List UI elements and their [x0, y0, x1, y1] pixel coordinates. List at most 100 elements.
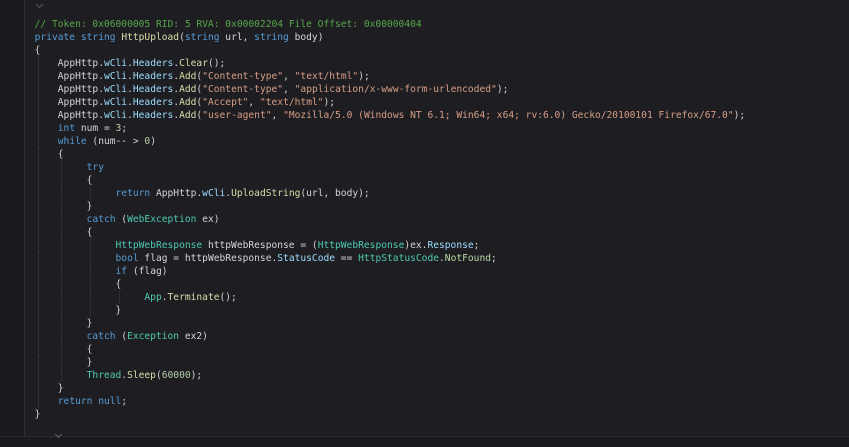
- code-line[interactable]: AppHttp.wCli.Headers.Clear();: [0, 57, 849, 70]
- code-token-ident: AppHttp.: [57, 84, 104, 95]
- code-line[interactable]: Thread.Sleep(60000);: [0, 369, 849, 382]
- code-line[interactable]: catch (WebException ex): [0, 213, 849, 226]
- code-token-keyword: null: [98, 396, 122, 407]
- indent-guide: [37, 369, 39, 382]
- indent-guide: [37, 278, 39, 291]
- indent-guide: [37, 304, 39, 317]
- code-line[interactable]: private string HttpUpload(string url, st…: [0, 31, 849, 44]
- code-token-prop: Headers: [132, 58, 174, 69]
- indent-guide: [37, 109, 39, 122]
- code-token-punct: {: [86, 227, 93, 238]
- indent-guide: [60, 317, 62, 330]
- indent-guide: [37, 226, 39, 239]
- code-line[interactable]: HttpWebResponse httpWebResponse = (HttpW…: [0, 239, 849, 252]
- code-token-ident: (num-- >: [86, 136, 145, 147]
- code-token-prop: wCli: [103, 97, 128, 108]
- code-line[interactable]: int num = 3;: [0, 122, 849, 135]
- indent-guide: [37, 239, 39, 252]
- indent-guide: [89, 239, 91, 252]
- code-line[interactable]: App.Terminate();: [0, 291, 849, 304]
- code-line[interactable]: catch (Exception ex2): [0, 330, 849, 343]
- code-line[interactable]: AppHttp.wCli.Headers.Add("Content-type",…: [0, 83, 849, 96]
- code-token-number: 60000: [161, 370, 191, 381]
- code-token-ident: AppHttp.: [150, 188, 203, 199]
- code-line[interactable]: }: [0, 408, 849, 421]
- indent-guide: [60, 343, 62, 356]
- code-token-prop: wCli: [103, 58, 128, 69]
- editor-bottom-bar: [0, 436, 849, 447]
- code-line[interactable]: {: [0, 343, 849, 356]
- code-line[interactable]: }: [0, 382, 849, 395]
- code-token-string: "Content-type": [202, 71, 284, 82]
- code-editor[interactable]: // Token: 0x06000005 RID: 5 RVA: 0x00002…: [0, 0, 849, 447]
- indent-guide: [60, 369, 62, 382]
- code-token-ident: AppHttp.: [57, 97, 104, 108]
- code-token-ident: AppHttp.: [57, 58, 104, 69]
- code-line[interactable]: }: [0, 200, 849, 213]
- code-token-prop: wCli: [103, 84, 128, 95]
- code-line[interactable]: bool flag = httpWebResponse.StatusCode =…: [0, 252, 849, 265]
- code-token-ident: (url, body);: [300, 188, 370, 199]
- code-token-punct: {: [115, 279, 122, 290]
- indent-guide: [60, 278, 62, 291]
- code-line[interactable]: }: [0, 304, 849, 317]
- code-line[interactable]: AppHttp.wCli.Headers.Add("Accept", "text…: [0, 96, 849, 109]
- indent-guide: [37, 122, 39, 135]
- code-line[interactable]: {: [0, 148, 849, 161]
- indent-guide: [37, 57, 39, 70]
- code-line[interactable]: }: [0, 317, 849, 330]
- code-line[interactable]: }: [0, 356, 849, 369]
- code-token-ident: ();: [207, 58, 226, 69]
- code-line[interactable]: AppHttp.wCli.Headers.Add("user-agent", "…: [0, 109, 849, 122]
- code-line[interactable]: {: [0, 44, 849, 57]
- indent-guide: [60, 291, 62, 304]
- code-token-keyword: private: [34, 32, 76, 43]
- code-line[interactable]: return null;: [0, 395, 849, 408]
- code-token-prop: wCli: [202, 188, 226, 199]
- code-token-ident: (flag): [127, 266, 168, 277]
- code-token-punct: {: [34, 45, 41, 56]
- chevron-down-icon: [35, 0, 44, 9]
- code-token-ident: ();: [219, 292, 237, 303]
- code-token-keyword: return: [115, 188, 151, 199]
- code-token-ident: );: [358, 71, 370, 82]
- code-line[interactable]: AppHttp.wCli.Headers.Add("Content-type",…: [0, 70, 849, 83]
- code-line[interactable]: return AppHttp.wCli.UploadString(url, bo…: [0, 187, 849, 200]
- code-token-punct: }: [86, 318, 93, 329]
- code-line[interactable]: {: [0, 226, 849, 239]
- code-token-ident: ): [150, 136, 156, 147]
- code-line[interactable]: {: [0, 174, 849, 187]
- code-area[interactable]: // Token: 0x06000005 RID: 5 RVA: 0x00002…: [0, 18, 849, 421]
- code-token-type: HttpStatusCode: [358, 253, 440, 264]
- indent-guide: [37, 291, 39, 304]
- code-line[interactable]: try: [0, 161, 849, 174]
- code-line[interactable]: // Token: 0x06000005 RID: 5 RVA: 0x00002…: [0, 18, 849, 31]
- code-line[interactable]: {: [0, 278, 849, 291]
- code-token-ident: AppHttp.: [57, 71, 104, 82]
- code-token-punct: }: [115, 305, 122, 316]
- code-token-keyword: string: [80, 32, 116, 43]
- code-token-ident: url,: [219, 32, 255, 43]
- code-line[interactable]: while (num-- > 0): [0, 135, 849, 148]
- code-token-ident: ex): [196, 214, 220, 225]
- indent-guide: [89, 265, 91, 278]
- indent-guide: [37, 343, 39, 356]
- indent-guide: [37, 265, 39, 278]
- code-line[interactable]: if (flag): [0, 265, 849, 278]
- code-token-punct: {: [86, 344, 93, 355]
- code-token-string: "application/x-www-form-urlencoded": [294, 84, 497, 95]
- indent-guide: [60, 187, 62, 200]
